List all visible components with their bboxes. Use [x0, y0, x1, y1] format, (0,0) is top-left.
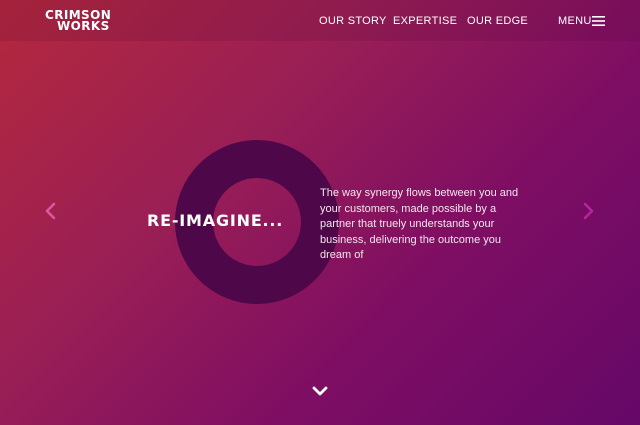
- menu-button[interactable]: MENU: [558, 15, 592, 27]
- hero-description: The way synergy flows between you and yo…: [320, 187, 519, 261]
- chevron-left-icon: [45, 202, 56, 220]
- hero-headline: RE-IMAGINE...: [147, 211, 284, 230]
- scroll-down-button[interactable]: [310, 383, 330, 399]
- brand-logo[interactable]: CRIMSON WORKS: [45, 9, 111, 33]
- chevron-right-icon: [583, 202, 594, 220]
- chevron-down-icon: [312, 386, 328, 396]
- nav-our-edge[interactable]: OUR EDGE: [467, 15, 528, 27]
- carousel-next-button[interactable]: [580, 201, 596, 221]
- site-header: CRIMSON WORKS OUR STORY EXPERTISE OUR ED…: [0, 0, 640, 41]
- carousel-prev-button[interactable]: [43, 201, 59, 221]
- brand-logo-line2: WORKS: [57, 19, 110, 33]
- hamburger-icon[interactable]: [592, 16, 605, 26]
- nav-our-story[interactable]: OUR STORY: [319, 15, 387, 27]
- nav-expertise[interactable]: EXPERTISE: [393, 15, 457, 27]
